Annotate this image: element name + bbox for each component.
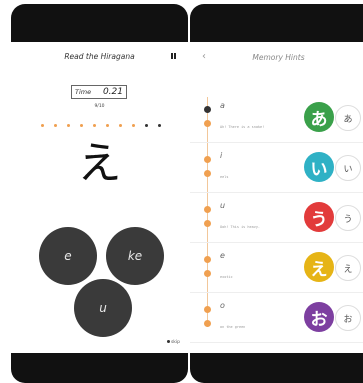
hint-mnemonic: on the green: [220, 325, 246, 329]
hint-mnemonic: Ah! There is a snake!: [220, 125, 265, 129]
progress-dot: [80, 123, 83, 127]
hints-title: Memory Hints: [252, 53, 305, 62]
timer-value: 0.21: [102, 87, 123, 97]
kana-plain: う: [335, 205, 361, 231]
skip-label: skip: [170, 340, 180, 345]
progress-dot: [119, 123, 122, 127]
timeline-dot: [204, 320, 211, 327]
timeline-dot: [204, 306, 211, 313]
answer-button-ke[interactable]: ke: [106, 227, 164, 285]
progress-dot: [67, 123, 70, 127]
hint-item-u[interactable]: u Ooh! This is heavy. う う: [190, 192, 363, 243]
answer-button-e[interactable]: e: [39, 227, 97, 285]
kana-plain: あ: [335, 105, 361, 131]
progress-dots: [41, 123, 161, 127]
timeline-dot: [204, 220, 211, 227]
progress-dot: [54, 123, 57, 127]
kana-plain: え: [335, 255, 361, 281]
hint-item-e[interactable]: e exotic え え: [190, 242, 363, 293]
progress-dot: [93, 123, 96, 127]
hint-mnemonic: Ooh! This is heavy.: [220, 225, 261, 229]
timeline-dot: [204, 270, 211, 277]
progress-dot: [41, 123, 44, 127]
hint-mnemonic: eels: [220, 175, 229, 179]
hint-item-o[interactable]: o on the green お お: [190, 292, 363, 343]
kana-illustration: あ: [304, 102, 334, 132]
kana-illustration: う: [304, 202, 334, 232]
progress-dot: [158, 123, 161, 127]
timeline-dot: [204, 106, 211, 113]
quiz-title: Read the Hiragana: [64, 52, 135, 61]
timer-box: Time 0.21: [71, 85, 127, 99]
skip-icon: [166, 340, 170, 343]
hint-romaji: e: [220, 251, 225, 260]
hint-mnemonic: exotic: [220, 275, 233, 279]
answer-button-u[interactable]: u: [74, 279, 132, 337]
kana-illustration: え: [304, 252, 334, 282]
hint-item-a[interactable]: a Ah! There is a snake! あ あ: [190, 92, 363, 143]
progress-dot: [132, 123, 135, 127]
pause-icon[interactable]: [171, 53, 177, 59]
skip-button[interactable]: skip: [166, 340, 180, 345]
hint-romaji: o: [220, 301, 225, 310]
timeline-dot: [204, 120, 211, 127]
kana-illustration: い: [304, 152, 334, 182]
timeline-dot: [204, 170, 211, 177]
timeline-dot: [204, 256, 211, 263]
current-kana: え: [77, 138, 122, 189]
hints-screen: ‹ Memory Hints a Ah! There is a snake! あ…: [190, 42, 363, 353]
phone-hints: ‹ Memory Hints a Ah! There is a snake! あ…: [190, 4, 363, 383]
timeline-dot: [204, 206, 211, 213]
kana-plain: い: [335, 155, 361, 181]
progress-dot: [106, 123, 109, 127]
hint-romaji: i: [220, 151, 223, 160]
progress-dot: [145, 123, 148, 127]
hint-item-i[interactable]: i eels い い: [190, 142, 363, 193]
progress-count: 9/10: [94, 104, 105, 109]
timeline-dot: [204, 156, 211, 163]
phone-quiz: Read the Hiragana Time 0.21 9/10 え e ke …: [11, 4, 188, 383]
quiz-screen: Read the Hiragana Time 0.21 9/10 え e ke …: [11, 42, 188, 353]
kana-illustration: お: [304, 302, 334, 332]
hint-romaji: u: [220, 201, 226, 210]
timer-label: Time: [75, 88, 92, 96]
kana-plain: お: [335, 305, 361, 331]
hint-romaji: a: [220, 101, 225, 110]
